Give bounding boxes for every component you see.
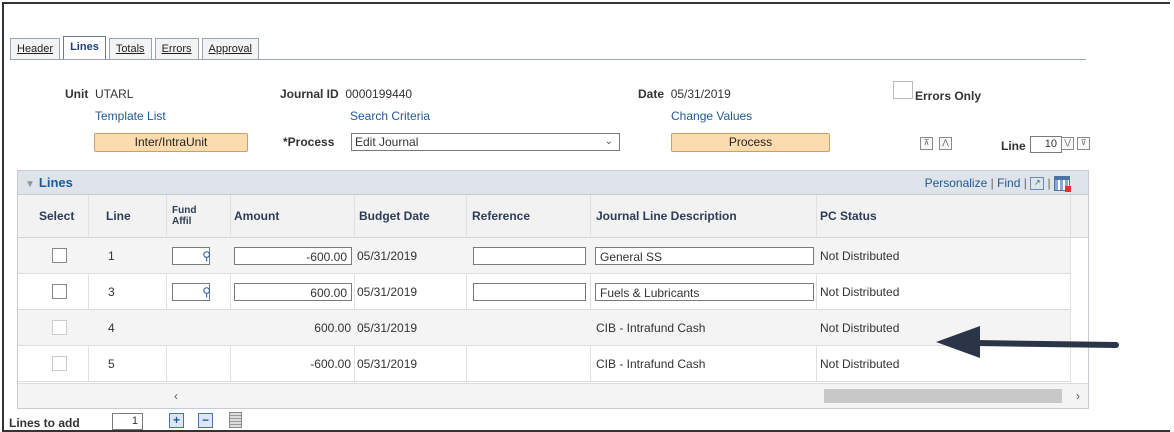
errors-only-checkbox[interactable] <box>893 81 913 99</box>
scroll-right-arrow-icon[interactable]: › <box>1076 389 1080 403</box>
inter-intraunit-button[interactable]: Inter/IntraUnit <box>94 133 248 152</box>
row-select-checkbox[interactable] <box>52 248 67 263</box>
process-button[interactable]: Process <box>671 133 830 152</box>
lines-to-add-label: Lines to add <box>9 416 80 430</box>
fund-affil-input[interactable]: ⚲ <box>172 246 211 265</box>
row-budget-date: 05/31/2019 <box>357 356 418 371</box>
personalize-link[interactable]: Personalize <box>925 176 988 190</box>
row-pc-status: Not Distributed <box>820 248 900 263</box>
grid-title[interactable]: ▼ Lines <box>25 175 73 190</box>
table-row: 4 600.00 05/31/2019 CIB - Intrafund Cash… <box>18 310 1070 346</box>
lookup-magnifier-icon[interactable]: ⚲ <box>202 283 211 301</box>
lines-to-add-input[interactable]: 1 <box>112 413 143 430</box>
scrollbar-thumb[interactable] <box>824 389 1062 403</box>
tab-underline <box>10 59 1086 60</box>
description-input[interactable]: General SS <box>595 246 814 265</box>
date-field: Date 05/31/2019 <box>638 87 731 101</box>
row-amount: -600.00 <box>310 356 351 371</box>
col-select: Select <box>39 209 75 223</box>
reference-input[interactable] <box>473 246 586 265</box>
next-page-icon[interactable]: ⋁ <box>1061 137 1074 150</box>
grid-title-bar: ▼ Lines Personalize | Find | ↗ | <box>18 171 1088 195</box>
line-label: Line <box>1001 139 1026 153</box>
add-row-icon[interactable]: + <box>169 413 184 428</box>
process-select-value: Edit Journal <box>355 135 419 149</box>
delete-row-icon[interactable]: − <box>198 413 213 428</box>
row-select-checkbox <box>52 356 67 371</box>
tab-header[interactable]: Header <box>10 38 61 59</box>
scroll-left-arrow-icon[interactable]: ‹ <box>174 389 178 403</box>
find-link[interactable]: Find <box>997 176 1020 190</box>
journal-id-label: Journal ID <box>280 87 339 101</box>
date-label: Date <box>638 87 665 101</box>
row-line: 1 <box>108 248 115 263</box>
tab-errors[interactable]: Errors <box>154 38 199 59</box>
errors-only-label: Errors Only <box>915 89 982 103</box>
amount-input[interactable]: -600.00 <box>234 246 352 265</box>
col-budget-date: Budget Date <box>359 209 430 223</box>
tab-bar: Header Lines Totals Errors Approval <box>10 36 262 59</box>
unit-value: UTARL <box>95 87 134 101</box>
chevron-down-icon: ⌄ <box>604 136 613 147</box>
annotation-arrow-icon <box>936 326 1119 358</box>
row-description: CIB - Intrafund Cash <box>596 356 706 371</box>
table-row: 1 ⚲ -600.00 05/31/2019 General SS Not Di… <box>18 238 1070 274</box>
col-amount: Amount <box>234 209 280 223</box>
col-pc-status: PC Status <box>820 209 877 223</box>
row-select-checkbox <box>52 320 67 335</box>
search-criteria-link[interactable]: Search Criteria <box>350 109 430 123</box>
view-all-icon[interactable]: ↗ <box>1030 177 1045 191</box>
row-budget-date: 05/31/2019 <box>357 248 418 263</box>
row-description: CIB - Intrafund Cash <box>596 320 706 335</box>
amount-input[interactable]: 600.00 <box>234 282 352 301</box>
template-list-link[interactable]: Template List <box>95 109 166 123</box>
journal-id-field: Journal ID 0000199440 <box>280 87 412 101</box>
lines-grid: ▼ Lines Personalize | Find | ↗ | Select L… <box>17 170 1089 409</box>
row-line: 5 <box>108 356 115 371</box>
row-line: 4 <box>108 320 115 335</box>
tab-approval[interactable]: Approval <box>201 38 259 59</box>
column-header-row: Select Line Fund Affil Amount Budget Dat… <box>18 195 1088 238</box>
row-pc-status: Not Distributed <box>820 356 900 371</box>
tab-totals[interactable]: Totals <box>108 38 152 59</box>
lookup-magnifier-icon[interactable]: ⚲ <box>202 247 211 265</box>
table-row: 3 ⚲ 600.00 05/31/2019 Fuels & Lubricants… <box>18 274 1070 310</box>
unit-label: Unit <box>65 87 89 101</box>
col-reference: Reference <box>472 209 531 223</box>
line-number-input[interactable]: 10 <box>1030 136 1062 153</box>
col-line: Line <box>106 209 131 223</box>
calculator-icon[interactable] <box>229 412 242 428</box>
row-pc-status: Not Distributed <box>820 284 900 299</box>
description-input[interactable]: Fuels & Lubricants <box>595 282 814 301</box>
row-budget-date: 05/31/2019 <box>357 320 418 335</box>
row-line: 3 <box>108 284 115 299</box>
reference-input[interactable] <box>473 282 586 301</box>
unit-field: Unit UTARL <box>65 87 133 101</box>
change-values-link[interactable]: Change Values <box>671 109 752 123</box>
last-page-icon[interactable]: ⊽ <box>1077 137 1090 150</box>
col-journal-line-description: Journal Line Description <box>596 209 737 223</box>
row-amount: 600.00 <box>314 320 351 335</box>
row-budget-date: 05/31/2019 <box>357 284 418 299</box>
process-select[interactable]: Edit Journal ⌄ <box>351 133 620 151</box>
grid-toolbar: Personalize | Find | ↗ | <box>925 176 1071 193</box>
col-fund-affil: Fund Affil <box>172 205 197 227</box>
row-pc-status: Not Distributed <box>820 320 900 335</box>
collapse-triangle-icon: ▼ <box>25 179 35 190</box>
table-row: 5 -600.00 05/31/2019 CIB - Intrafund Cas… <box>18 346 1070 382</box>
tab-lines[interactable]: Lines <box>63 36 106 59</box>
row-select-checkbox[interactable] <box>52 284 67 299</box>
journal-id-value: 0000199440 <box>345 87 413 101</box>
previous-page-icon[interactable]: ⋀ <box>939 137 952 150</box>
process-label: *Process <box>283 135 335 149</box>
fund-affil-input[interactable]: ⚲ <box>172 282 211 301</box>
date-value: 05/31/2019 <box>670 87 731 101</box>
download-grid-icon[interactable] <box>1054 176 1071 193</box>
first-page-icon[interactable]: ⊼ <box>920 137 933 150</box>
horizontal-scrollbar[interactable]: ‹ › <box>18 383 1088 408</box>
